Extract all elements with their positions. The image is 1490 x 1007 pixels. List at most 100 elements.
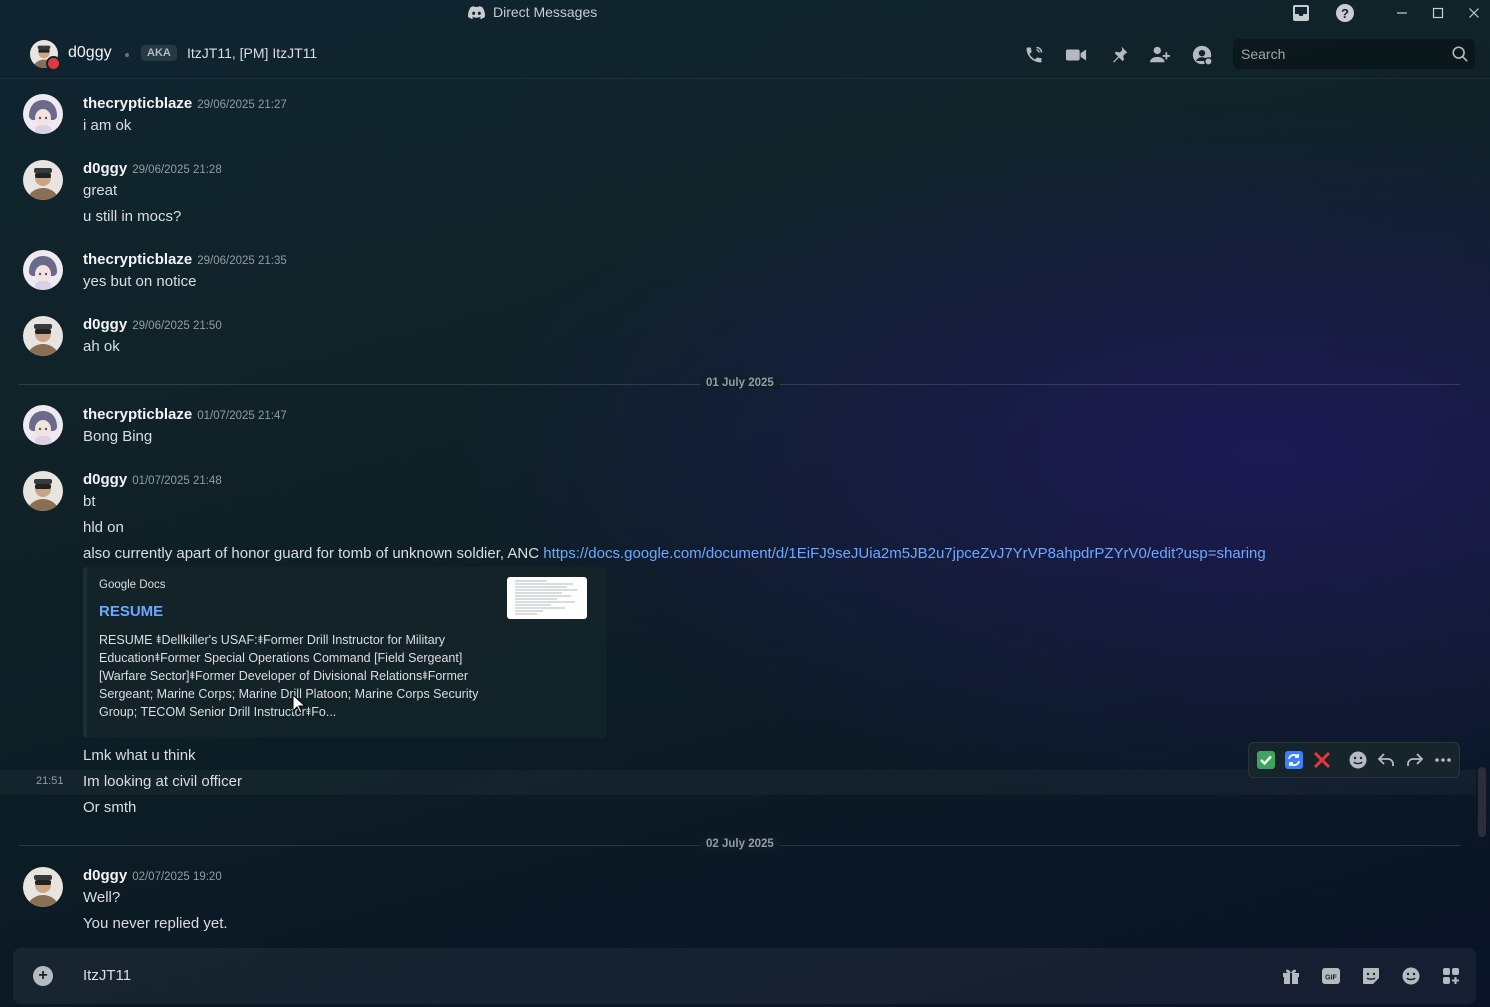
message-timestamp: 29/06/2025 21:35 [197, 255, 287, 267]
gift-button[interactable] [1279, 964, 1303, 988]
message-timestamp: 01/07/2025 21:48 [132, 475, 222, 487]
refresh-reaction-button[interactable] [1283, 749, 1305, 771]
composer-input[interactable]: ItzJT11 [83, 967, 131, 984]
plus-icon: + [38, 967, 48, 984]
inbox-icon [1293, 5, 1309, 21]
gif-icon: GIF [1322, 968, 1340, 984]
dm-header: d0ggy AKA ItzJT11, [PM] ItzJT11 Search [0, 30, 1490, 79]
avatar-thecrypticblaze[interactable] [23, 94, 63, 134]
voice-call-button[interactable] [1022, 43, 1046, 67]
message-timestamp: 01/07/2025 21:47 [197, 410, 287, 422]
avatar-d0ggy[interactable] [23, 867, 63, 907]
user-profile-button[interactable] [1190, 43, 1214, 67]
video-call-button[interactable] [1064, 43, 1088, 67]
pin-icon [1113, 46, 1128, 63]
search-placeholder: Search [1241, 46, 1286, 62]
aka-names: ItzJT11, [PM] ItzJT11 [187, 45, 318, 61]
user-profile-icon [1192, 45, 1213, 66]
avatar-d0ggy[interactable] [23, 316, 63, 356]
help-icon: ? [1336, 4, 1354, 22]
gif-button[interactable]: GIF [1319, 964, 1343, 988]
message-text: Bong Bing [83, 428, 153, 445]
refresh-icon [1285, 751, 1303, 769]
author-name[interactable]: thecrypticblaze [83, 95, 192, 112]
pinned-messages-button[interactable] [1107, 43, 1131, 67]
avatar-d0ggy[interactable] [23, 160, 63, 200]
apps-button[interactable] [1439, 964, 1463, 988]
maximize-button[interactable] [1425, 2, 1451, 24]
voice-call-icon [1026, 46, 1043, 63]
maximize-icon [1432, 7, 1444, 19]
svg-text:?: ? [1341, 6, 1349, 21]
author-name[interactable]: d0ggy [83, 160, 127, 177]
message-composer[interactable]: + ItzJT11 GIF [13, 948, 1476, 1004]
message-text: u still in mocs? [83, 208, 182, 225]
link-embed: Google Docs RESUME RESUME ⯒Dellkiller's … [83, 567, 607, 738]
gift-icon [1283, 969, 1299, 984]
video-call-icon [1065, 49, 1087, 61]
sticker-button[interactable] [1359, 964, 1383, 988]
cross-reaction-button[interactable] [1311, 749, 1333, 771]
avatar-thecrypticblaze[interactable] [23, 405, 63, 445]
close-window-button[interactable] [1461, 2, 1487, 24]
message-author[interactable]: thecrypticblaze 01/07/2025 21:47 [83, 406, 287, 423]
message-author[interactable]: thecrypticblaze 29/06/2025 21:27 [83, 95, 287, 112]
embed-provider[interactable]: Google Docs [99, 579, 165, 591]
message-timestamp: 29/06/2025 21:27 [197, 99, 287, 111]
date-divider-label: 01 July 2025 [700, 377, 780, 389]
header-username[interactable]: d0ggy [68, 44, 112, 62]
add-attachment-button[interactable]: + [33, 966, 53, 986]
emoji-button[interactable] [1399, 964, 1423, 988]
message-text: ah ok [83, 338, 120, 355]
message-author[interactable]: d0ggy 02/07/2025 19:20 [83, 867, 222, 884]
add-reaction-button[interactable] [1347, 749, 1369, 771]
minimize-button[interactable] [1389, 2, 1415, 24]
help-button[interactable]: ? [1332, 2, 1358, 24]
avatar-thecrypticblaze[interactable] [23, 250, 63, 290]
message-timestamp: 02/07/2025 19:20 [132, 871, 222, 883]
author-name[interactable]: d0ggy [83, 867, 127, 884]
message-text: i am ok [83, 117, 132, 134]
more-icon [1435, 758, 1451, 762]
message-author[interactable]: d0ggy 29/06/2025 21:28 [83, 160, 222, 177]
embed-thumbnail[interactable] [507, 577, 587, 619]
avatar-d0ggy[interactable] [23, 471, 63, 511]
cross-mark-icon [1313, 751, 1331, 769]
reply-icon [1377, 753, 1394, 766]
search-icon [1452, 46, 1468, 62]
message-text: Lmk what u think [83, 747, 196, 764]
mouse-cursor-icon [292, 694, 306, 714]
header-separator [125, 53, 129, 57]
message-author[interactable]: d0ggy 29/06/2025 21:50 [83, 316, 222, 333]
document-link[interactable]: https://docs.google.com/document/d/1EiFJ… [543, 545, 1265, 562]
forward-button[interactable] [1404, 749, 1426, 771]
message-timestamp: 29/06/2025 21:28 [132, 164, 222, 176]
add-friends-to-dm-button[interactable] [1148, 43, 1172, 67]
more-options-button[interactable] [1432, 749, 1454, 771]
message-text: also currently apart of honor guard for … [83, 545, 544, 562]
message-text: Im looking at civil officer [83, 773, 242, 790]
apps-icon [1443, 968, 1459, 984]
author-name[interactable]: d0ggy [83, 471, 127, 488]
author-name[interactable]: thecrypticblaze [83, 406, 192, 423]
search-box[interactable]: Search [1233, 39, 1475, 69]
message-author[interactable]: d0ggy 01/07/2025 21:48 [83, 471, 222, 488]
reply-button[interactable] [1375, 749, 1397, 771]
discord-logo-icon [468, 5, 485, 19]
check-mark-icon [1257, 751, 1275, 769]
scrollbar-thumb[interactable] [1478, 767, 1486, 837]
author-name[interactable]: thecrypticblaze [83, 251, 192, 268]
emoji-icon [1402, 967, 1420, 985]
author-name[interactable]: d0ggy [83, 316, 127, 333]
embed-title[interactable]: RESUME [99, 603, 163, 620]
hover-timestamp: 21:51 [36, 775, 64, 787]
message-action-toolbar [1248, 742, 1460, 778]
emoji-icon [1349, 751, 1367, 769]
message-text: hld on [83, 519, 124, 536]
inbox-button[interactable] [1288, 2, 1314, 24]
check-reaction-button[interactable] [1255, 749, 1277, 771]
message-author[interactable]: thecrypticblaze 29/06/2025 21:35 [83, 251, 287, 268]
message-text: Or smth [83, 799, 137, 816]
titlebar-title-group: Direct Messages [468, 4, 597, 20]
message-list: thecrypticblaze 29/06/2025 21:27 i am ok … [0, 80, 1476, 946]
